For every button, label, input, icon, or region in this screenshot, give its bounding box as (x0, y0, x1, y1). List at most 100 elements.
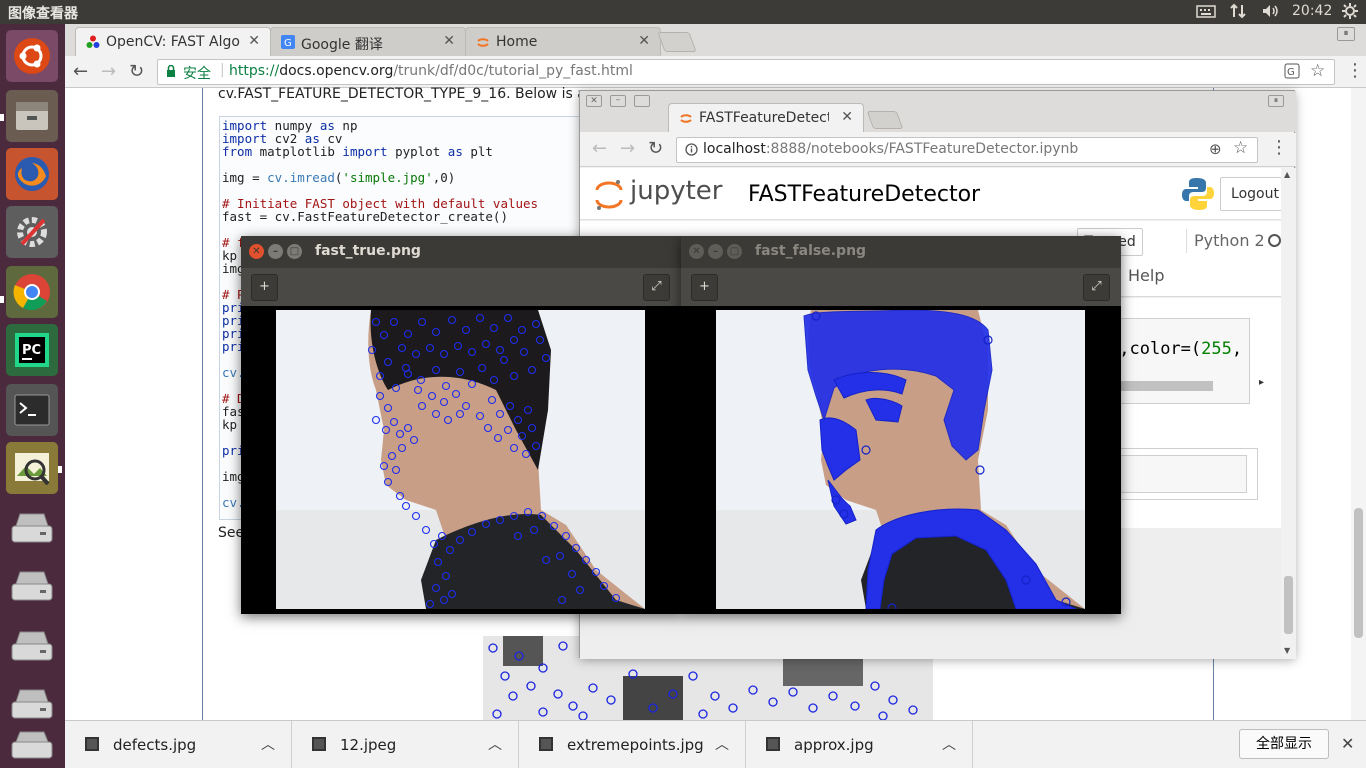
menu-icon[interactable]: ⋮ (1270, 137, 1288, 158)
launcher-dock: PC (0, 24, 65, 768)
window-restore-icon[interactable]: ⏸ (1337, 27, 1355, 41)
new-tab-button[interactable] (657, 32, 697, 52)
zoom-icon[interactable]: ⊕ (1209, 140, 1222, 158)
download-name: approx.jpg (794, 736, 874, 754)
close-tab-icon[interactable]: ✕ (443, 33, 455, 49)
bookmark-star-icon[interactable]: ☆ (1310, 61, 1325, 81)
jupyter-address-bar[interactable]: localhost:8888/notebooks/FASTFeatureDete… (676, 137, 1258, 163)
chevron-up-icon[interactable]: ︿ (715, 734, 729, 754)
terminal-icon[interactable] (6, 384, 58, 436)
reload-icon[interactable]: ↻ (648, 138, 663, 159)
bookmark-star-icon[interactable]: ☆ (1233, 138, 1248, 158)
chevron-up-icon[interactable]: ︿ (942, 734, 956, 754)
kernel-name[interactable]: Python 2 (1194, 231, 1265, 250)
logout-button[interactable]: Logout (1220, 177, 1290, 211)
drive-icon[interactable] (6, 502, 58, 554)
tab-home[interactable]: Home ✕ (465, 27, 661, 56)
scroll-up-icon[interactable]: ▲ (1284, 170, 1290, 179)
menu-help[interactable]: Help (1128, 266, 1164, 285)
security-label: 安全 (183, 66, 211, 82)
image-viewer-icon[interactable] (6, 442, 58, 494)
tab-label: Google 翻译 (301, 37, 383, 53)
tab-fastfeaturedetector[interactable]: FASTFeatureDetect ✕ (668, 103, 864, 132)
opencv-icon (86, 35, 100, 49)
maximize-window-icon[interactable] (634, 95, 650, 107)
url-path: /trunk/df/d0c/tutorial_py_fast.html (393, 63, 633, 79)
close-tab-icon[interactable]: ✕ (841, 109, 853, 125)
download-shelf: defects.jpg ︿ 12.jpeg ︿ extremepoints.jp… (65, 720, 1366, 768)
settings-tools-icon[interactable] (6, 206, 58, 258)
minimize-window-icon[interactable]: – (708, 244, 723, 259)
drive-icon[interactable] (6, 560, 58, 612)
forward-icon[interactable]: → (620, 138, 635, 159)
back-icon[interactable]: ← (592, 138, 607, 159)
tab-opencv[interactable]: OpenCV: FAST Algo ✕ (75, 27, 271, 56)
minimize-window-icon[interactable]: – (610, 95, 626, 107)
show-all-button[interactable]: 全部显示 (1239, 729, 1329, 759)
menu-icon[interactable]: ⋮ (1346, 60, 1364, 81)
ubuntu-logo-icon[interactable] (6, 30, 58, 82)
download-item[interactable]: defects.jpg ︿ (65, 721, 292, 768)
fullscreen-icon[interactable]: ⤢ (643, 274, 670, 301)
address-bar[interactable]: 安全 | https://docs.opencv.org/trunk/df/d0… (157, 59, 1335, 85)
back-icon[interactable]: ← (73, 61, 88, 82)
reload-icon[interactable]: ↻ (129, 61, 144, 82)
close-shelf-icon[interactable]: ✕ (1341, 734, 1354, 753)
forward-icon[interactable]: → (101, 61, 116, 82)
close-window-icon[interactable]: ✕ (689, 244, 704, 259)
download-item[interactable]: extremepoints.jpg ︿ (519, 721, 746, 768)
page-scrollbar[interactable] (1351, 88, 1366, 720)
jupyter-scrollbar[interactable]: ▲ ▼ (1281, 168, 1296, 659)
scrollbar-thumb[interactable] (1354, 508, 1363, 638)
firefox-icon[interactable] (6, 148, 58, 200)
fast-true-image (276, 310, 645, 609)
notebook-title[interactable]: FASTFeatureDetector (748, 182, 980, 207)
drive-icon[interactable] (6, 726, 58, 766)
translate-icon[interactable]: G (1284, 63, 1300, 83)
divider (1186, 229, 1187, 253)
maximize-window-icon[interactable]: □ (287, 244, 302, 259)
new-tab-button[interactable] (866, 111, 904, 129)
close-tab-icon[interactable]: ✕ (638, 33, 650, 49)
browser-toolbar: ← → ↻ 安全 | https://docs.opencv.org/trunk… (65, 56, 1366, 88)
pycharm-icon[interactable]: PC (6, 324, 58, 376)
tab-google-translate[interactable]: G Google 翻译 ✕ (270, 27, 466, 56)
chevron-up-icon[interactable]: ︿ (488, 734, 502, 754)
info-icon (685, 143, 698, 160)
settings-icon[interactable] (1341, 2, 1359, 24)
close-window-icon[interactable]: ✕ (249, 244, 264, 259)
maximize-window-icon[interactable]: □ (727, 244, 742, 259)
active-app-title: 图像查看器 (8, 6, 78, 22)
download-name: 12.jpeg (340, 736, 397, 754)
image-file-icon (766, 737, 780, 751)
download-item[interactable]: 12.jpeg ︿ (292, 721, 519, 768)
scrollbar-thumb[interactable] (1284, 576, 1293, 634)
keyboard-icon[interactable] (1196, 3, 1216, 23)
drive-icon[interactable] (6, 678, 58, 730)
tab-label: FASTFeatureDetect (699, 110, 829, 126)
doc-header-text: cv.FAST_FEATURE_DETECTOR_TYPE_9_16. Belo… (218, 86, 586, 102)
network-icon[interactable] (1229, 3, 1247, 23)
scroll-right-icon[interactable]: ▸ (1259, 377, 1264, 388)
download-item[interactable]: approx.jpg ︿ (746, 721, 973, 768)
close-window-icon[interactable]: ✕ (586, 95, 602, 107)
viewer-toolbar: + ⤢ (681, 268, 1121, 306)
clock[interactable]: 20:42 (1292, 3, 1332, 19)
add-icon[interactable]: + (251, 274, 278, 301)
jupyter-url: localhost:8888/notebooks/FASTFeatureDete… (703, 141, 1078, 157)
close-tab-icon[interactable]: ✕ (248, 33, 260, 49)
python-logo-icon (1180, 176, 1216, 216)
scroll-down-icon[interactable]: ▼ (1284, 646, 1290, 655)
chevron-up-icon[interactable]: ︿ (261, 734, 275, 754)
files-icon[interactable] (6, 90, 58, 142)
window-title: fast_true.png (315, 243, 421, 259)
volume-icon[interactable] (1261, 3, 1281, 23)
add-icon[interactable]: + (691, 274, 718, 301)
viewer-titlebar: ✕ – □ fast_true.png (241, 236, 681, 268)
drive-icon[interactable] (6, 620, 58, 672)
minimize-window-icon[interactable]: – (268, 244, 283, 259)
window-restore-icon[interactable]: ⏸ (1268, 95, 1284, 107)
chrome-icon[interactable] (6, 266, 58, 318)
fullscreen-icon[interactable]: ⤢ (1083, 274, 1110, 301)
url-text: https://docs.opencv.org/trunk/df/d0c/tut… (229, 63, 633, 79)
